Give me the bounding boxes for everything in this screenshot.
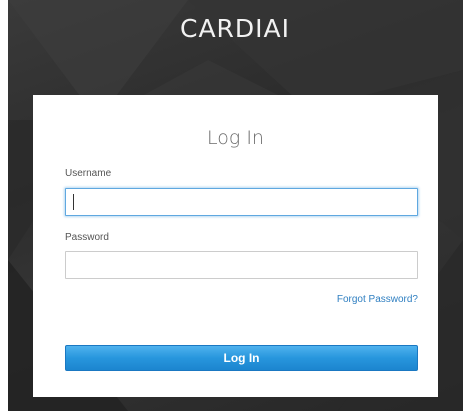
username-input[interactable] bbox=[65, 188, 418, 216]
login-button[interactable]: Log In bbox=[65, 345, 418, 371]
text-caret bbox=[73, 194, 74, 210]
password-input[interactable] bbox=[65, 251, 418, 279]
password-label: Password bbox=[65, 232, 109, 243]
forgot-password-link[interactable]: Forgot Password? bbox=[337, 294, 418, 305]
login-card: Log In Username Password Forgot Password… bbox=[33, 95, 438, 397]
username-label: Username bbox=[65, 168, 112, 179]
login-page: CARDIAI Log In Username Password Forgot … bbox=[0, 0, 470, 411]
login-title: Log In bbox=[207, 127, 264, 149]
brand-logo-text: CARDIAI bbox=[179, 14, 291, 43]
